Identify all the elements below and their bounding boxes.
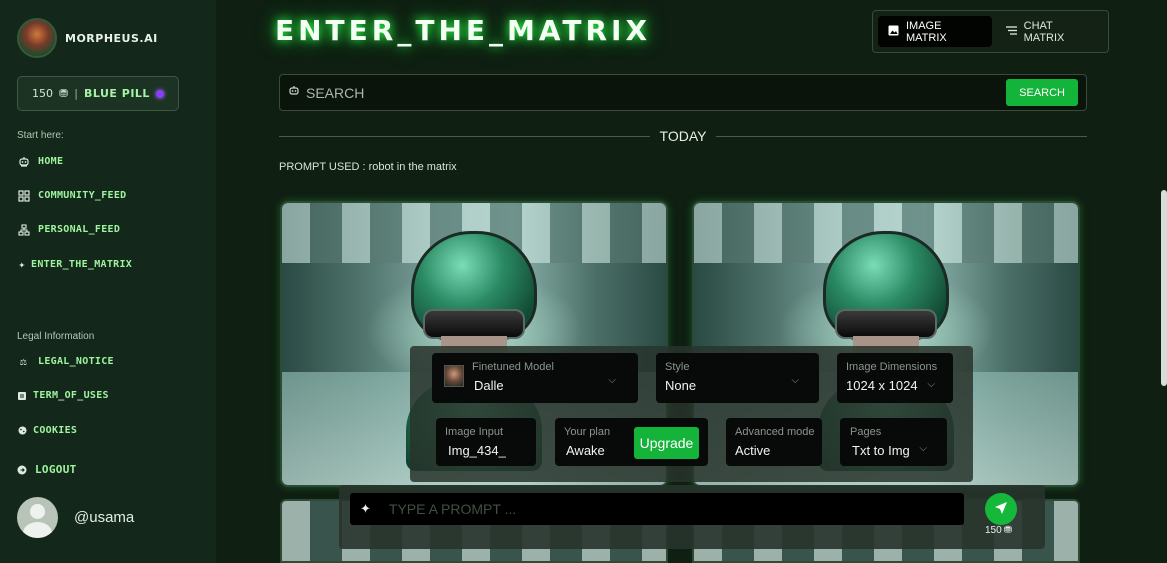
field-label: Image Input (445, 426, 504, 438)
search-input[interactable] (306, 84, 1007, 101)
chevron-down-icon: ⌵ (791, 375, 799, 386)
lines-icon (1005, 25, 1017, 38)
field-value: Img_434_ (448, 443, 506, 458)
sidebar-item-personal-feed[interactable]: PERSONAL_FEED (17, 223, 120, 236)
field-label: Finetuned Model (472, 361, 554, 373)
page-title: ENTER_THE_MATRIX (275, 14, 652, 47)
chevron-down-icon: ⌵ (927, 379, 935, 390)
main-content: ENTER_THE_MATRIX IMAGE MATRIX CHAT MATRI… (216, 0, 1167, 563)
mode-toggle: IMAGE MATRIX CHAT MATRIX (872, 10, 1109, 53)
document-icon (17, 389, 27, 402)
user-handle: @usama (74, 509, 135, 526)
divider-line (716, 135, 1087, 137)
sparkle-icon: ✦ (18, 258, 26, 271)
field-label: Image Dimensions (846, 361, 938, 373)
scale-icon: ⚖ (20, 355, 27, 368)
field-label: Pages (850, 426, 882, 438)
prompt-input-wrapper: ✦ (350, 493, 964, 525)
divider-line (279, 135, 650, 137)
coins-icon: ⛃ (1003, 525, 1013, 536)
prompt-input[interactable] (388, 501, 954, 517)
chat-matrix-button[interactable]: CHAT MATRIX (996, 16, 1103, 47)
sparkle-icon: ✦ (360, 501, 371, 516)
sidebar-item-enter-the-matrix[interactable]: ✦ ENTER_THE_MATRIX (17, 258, 132, 271)
image-dimensions-select[interactable]: Image Dimensions 1024 x 1024 ⌵ (837, 353, 953, 403)
upgrade-button[interactable]: Upgrade (634, 427, 699, 459)
field-label: Advanced mode (735, 426, 815, 438)
sidebar-item-label: PERSONAL_FEED (38, 224, 121, 235)
image-icon (888, 25, 899, 39)
sidebar-item-label: HOME (38, 156, 64, 167)
generation-settings-panel: Finetuned Model Dalle ⌵ Style None ⌵ Ima… (410, 346, 973, 482)
sidebar-item-label: COOKIES (33, 425, 78, 436)
chevron-down-icon: ⌵ (919, 443, 927, 454)
chat-matrix-label: CHAT MATRIX (1023, 19, 1065, 44)
logout-icon (17, 463, 27, 476)
logout-label: LOGOUT (35, 463, 77, 476)
field-value: 1024 x 1024 (846, 378, 918, 393)
field-label: Your plan (564, 426, 611, 438)
prompt-bar: ✦ 150 ⛃ (339, 485, 1045, 549)
prompt-used: PROMPT USED : robot in the matrix (279, 161, 457, 173)
search-bar: SEARCH (279, 74, 1087, 111)
finetuned-model-select[interactable]: Finetuned Model Dalle ⌵ (432, 353, 638, 403)
brand[interactable]: MORPHEUS.AI (17, 18, 158, 58)
sidebar: MORPHEUS.AI 150 ⛃ | BLUE PILL Start here… (0, 0, 216, 563)
field-value: Txt to Img (852, 443, 910, 458)
search-button[interactable]: SEARCH (1006, 79, 1078, 106)
prompt-cost-value: 150 (985, 525, 1002, 536)
sidebar-item-label: COMMUNITY_FEED (38, 190, 127, 201)
image-matrix-button[interactable]: IMAGE MATRIX (878, 16, 992, 47)
robot-icon (288, 85, 300, 100)
avatar (17, 497, 58, 538)
grid-icon (17, 189, 30, 202)
legal-label: Legal Information (17, 331, 95, 342)
pages-select[interactable]: Pages Txt to Img ⌵ (840, 418, 947, 466)
brand-name: MORPHEUS.AI (65, 31, 158, 45)
send-icon (994, 501, 1008, 518)
field-value: Active (735, 443, 771, 458)
field-value: None (665, 378, 697, 393)
field-label: Style (665, 361, 690, 373)
image-input-field[interactable]: Image Input Img_434_ (436, 418, 536, 466)
plan-field: Your plan Awake Upgrade (555, 418, 708, 466)
prompt-cost: 150 ⛃ (985, 525, 1012, 536)
field-value: Dalle (474, 378, 504, 393)
image-matrix-label: IMAGE MATRIX (906, 19, 947, 44)
start-label: Start here: (17, 130, 64, 141)
credits-separator: | (74, 87, 78, 100)
send-button[interactable] (985, 493, 1017, 525)
model-thumbnail (444, 365, 464, 387)
sidebar-item-legal-notice[interactable]: ⚖ LEGAL_NOTICE (17, 355, 114, 368)
pill-icon (155, 89, 164, 98)
scrollbar[interactable] (1161, 190, 1167, 386)
credits-badge[interactable]: 150 ⛃ | BLUE PILL (17, 76, 179, 111)
cookie-icon (17, 424, 27, 437)
user-profile[interactable]: @usama (17, 497, 134, 538)
brand-avatar (17, 18, 57, 58)
date-divider: TODAY (279, 126, 1087, 146)
coins-icon: ⛃ (59, 87, 69, 100)
sitemap-icon (17, 223, 30, 236)
sidebar-item-home[interactable]: HOME (17, 155, 63, 168)
robot-icon (17, 155, 30, 168)
sidebar-item-label: TERM_OF_USES (33, 390, 109, 401)
credits-amount: 150 (32, 87, 54, 100)
advanced-mode-field[interactable]: Advanced mode Active (726, 418, 822, 466)
divider-label: TODAY (659, 128, 707, 144)
chevron-down-icon: ⌵ (608, 375, 616, 386)
logout-button[interactable]: LOGOUT (17, 463, 77, 476)
sidebar-item-label: ENTER_THE_MATRIX (31, 259, 133, 270)
sidebar-item-community-feed[interactable]: COMMUNITY_FEED (17, 189, 127, 202)
sidebar-item-term-of-uses[interactable]: TERM_OF_USES (17, 389, 109, 402)
sidebar-item-cookies[interactable]: COOKIES (17, 424, 77, 437)
sidebar-item-label: LEGAL_NOTICE (38, 356, 114, 367)
pill-label: BLUE PILL (83, 87, 150, 100)
style-select[interactable]: Style None ⌵ (656, 353, 819, 403)
field-value: Awake (566, 443, 605, 458)
